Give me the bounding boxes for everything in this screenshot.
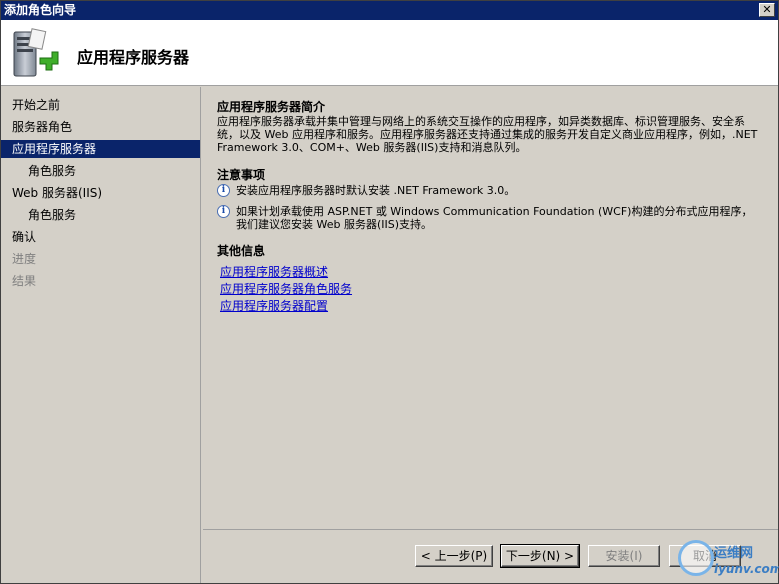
- link-app-server-configuration[interactable]: 应用程序服务器配置: [220, 297, 328, 314]
- nav-item-application-server[interactable]: 应用程序服务器: [1, 140, 200, 158]
- close-button[interactable]: ✕: [759, 3, 775, 17]
- wizard-nav: 开始之前 服务器角色 应用程序服务器 角色服务 Web 服务器(IIS) 角色服…: [1, 87, 201, 583]
- note-item: i 安装应用程序服务器时默认安装 .NET Framework 3.0。: [217, 184, 762, 198]
- info-icon: i: [217, 184, 230, 197]
- nav-item-before-you-begin[interactable]: 开始之前: [1, 96, 200, 114]
- add-roles-wizard-window: 添加角色向导 ✕ 应用程序服务器 开始之前 服务器角色 应用程序服务器 角色服务: [0, 0, 779, 584]
- nav-item-iis-role-services[interactable]: 角色服务: [1, 206, 200, 224]
- notes-heading: 注意事项: [217, 168, 266, 182]
- wizard-header: 应用程序服务器: [1, 20, 778, 86]
- intro-text: 应用程序服务器承载并集中管理与网络上的系统交互操作的应用程序，如异类数据库、标识…: [217, 115, 758, 154]
- window-title: 添加角色向导: [4, 3, 77, 17]
- title-bar[interactable]: 添加角色向导 ✕: [1, 1, 778, 20]
- watermark-logo-icon: [678, 540, 714, 576]
- nav-item-results: 结果: [12, 274, 37, 288]
- wizard-content: 应用程序服务器简介 应用程序服务器承载并集中管理与网络上的系统交互操作的应用程序…: [203, 87, 778, 529]
- page-title: 应用程序服务器: [77, 48, 190, 67]
- next-button[interactable]: 下一步(N) >: [500, 544, 580, 568]
- nav-item-progress: 进度: [12, 252, 37, 266]
- nav-item-app-role-services[interactable]: 角色服务: [1, 162, 200, 180]
- info-icon: i: [217, 205, 230, 218]
- back-button[interactable]: < 上一步(P): [415, 545, 493, 567]
- install-button: 安装(I): [588, 545, 660, 567]
- nav-item-web-server-iis[interactable]: Web 服务器(IIS): [1, 184, 200, 202]
- intro-heading: 应用程序服务器简介: [217, 100, 326, 114]
- nav-item-server-roles[interactable]: 服务器角色: [1, 118, 200, 136]
- link-app-server-role-services[interactable]: 应用程序服务器角色服务: [220, 280, 352, 297]
- link-app-server-overview[interactable]: 应用程序服务器概述: [220, 263, 328, 280]
- close-icon: ✕: [762, 3, 772, 16]
- note-item: i 如果计划承载使用 ASP.NET 或 Windows Communicati…: [217, 205, 762, 233]
- server-role-add-icon: [13, 28, 59, 77]
- site-watermark: 运维网 iyunv.com: [674, 538, 779, 582]
- nav-item-confirmation[interactable]: 确认: [1, 228, 200, 246]
- more-info-heading: 其他信息: [217, 244, 266, 258]
